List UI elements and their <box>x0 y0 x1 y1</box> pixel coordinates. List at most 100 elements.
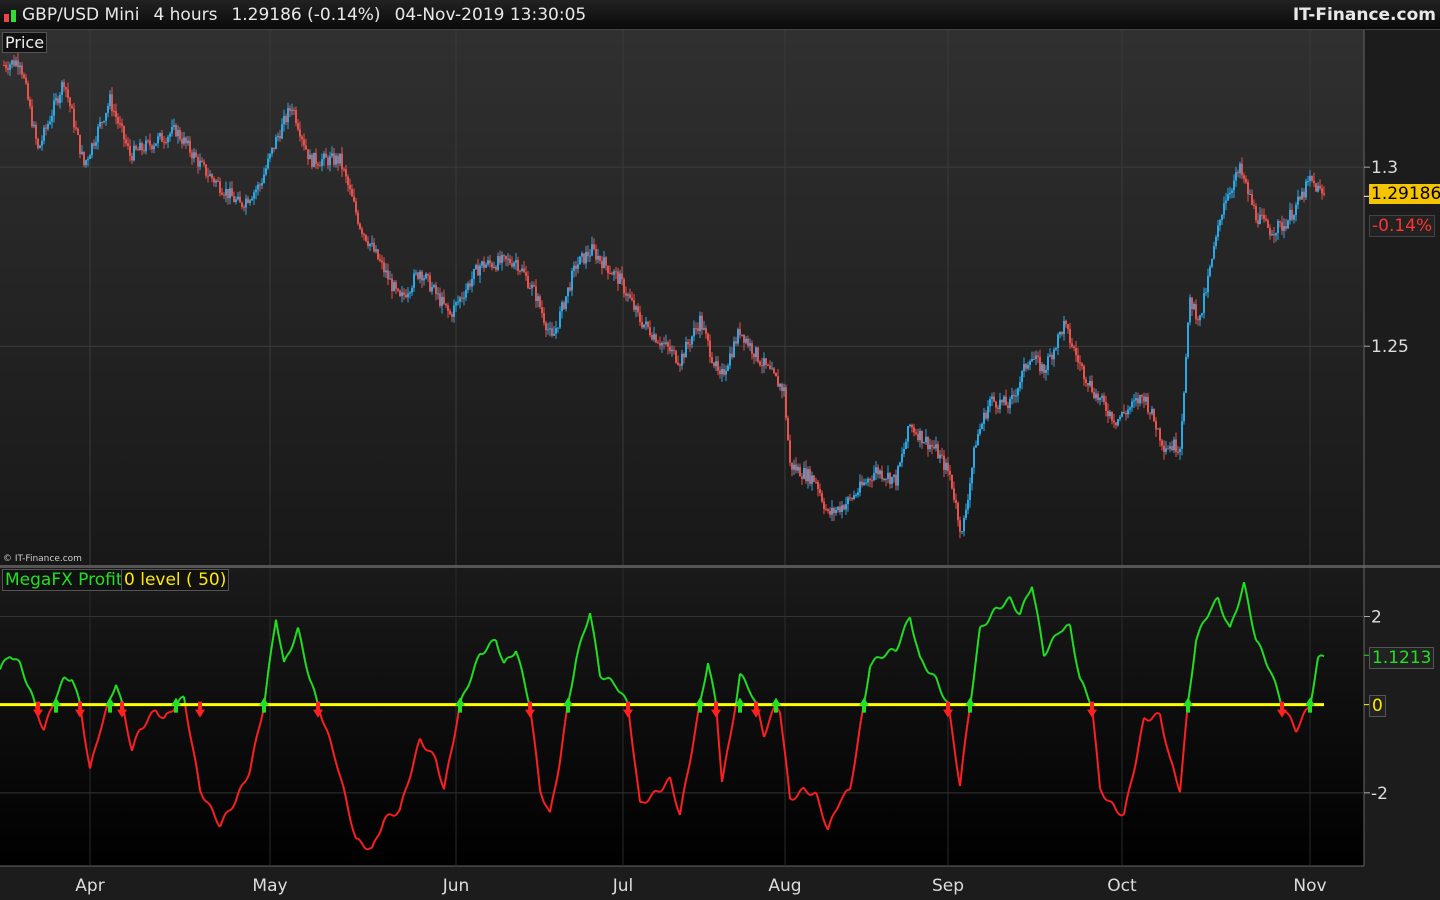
oscillator-segment <box>30 690 33 695</box>
oscillator-segment <box>381 823 384 828</box>
candle-body <box>1167 448 1169 450</box>
candle-body <box>573 265 575 271</box>
candle-body <box>631 297 633 301</box>
oscillator-segment <box>630 731 633 741</box>
oscillator-segment <box>1190 673 1193 682</box>
candle-body <box>435 285 437 295</box>
candle-body <box>635 306 637 310</box>
candle-body <box>89 155 91 159</box>
oscillator-segment <box>46 715 49 720</box>
candle-body <box>525 272 527 276</box>
price-panel[interactable] <box>0 30 1364 565</box>
candle-body <box>393 282 395 292</box>
candle-body <box>889 473 891 484</box>
candle-body <box>99 122 101 127</box>
oscillator-segment <box>1219 604 1222 609</box>
chart-area[interactable]: Apr May Jun Jul Aug Sep Oct Nov1.31.252-2 <box>0 30 1440 900</box>
oscillator-segment <box>1048 644 1051 648</box>
oscillator-segment <box>600 676 603 680</box>
oscillator-segment <box>395 813 398 816</box>
oscillator-segment <box>81 718 84 727</box>
oscillator-segment <box>575 655 578 661</box>
indicator-name[interactable]: MegaFX Profit <box>2 569 126 591</box>
oscillator-segment <box>896 647 899 650</box>
oscillator-segment <box>704 674 707 681</box>
oscillator-segment <box>241 783 244 786</box>
candle-body <box>1219 220 1221 226</box>
oscillator-segment <box>1057 632 1060 635</box>
candle-body <box>139 143 141 151</box>
candle-body <box>127 143 129 146</box>
oscillator-segment <box>1171 762 1174 767</box>
candle-body <box>1117 419 1119 426</box>
panel-separator[interactable] <box>0 565 1440 568</box>
oscillator-segment <box>1306 707 1309 710</box>
oscillator-segment <box>22 672 25 677</box>
candle-body <box>693 328 695 337</box>
candle-body <box>535 286 537 302</box>
candle-body <box>1281 222 1283 231</box>
candle-body <box>1289 209 1291 221</box>
candle-body <box>1209 266 1211 276</box>
oscillator-segment <box>23 676 26 680</box>
candle-body <box>803 468 805 479</box>
oscillator-segment <box>1024 597 1027 600</box>
oscillator-segment <box>419 738 422 742</box>
oscillator-segment <box>610 678 613 682</box>
oscillator-segment <box>405 785 408 789</box>
candle-body <box>27 83 29 100</box>
oscillator-segment <box>938 685 941 690</box>
candle-body <box>643 324 645 328</box>
oscillator-segment <box>684 780 687 786</box>
oscillator-segment <box>280 646 283 652</box>
oscillator-segment <box>925 668 928 672</box>
oscillator-segment <box>591 623 594 630</box>
candle-body <box>851 498 853 500</box>
oscillator-segment <box>1203 619 1206 622</box>
candle-body <box>807 469 809 482</box>
oscillator-segment <box>843 792 846 795</box>
oscillator-segment <box>1005 599 1008 602</box>
oscillator-segment <box>275 619 278 627</box>
oscillator-segment <box>1023 599 1026 603</box>
candle-body <box>989 398 991 407</box>
oscillator-segment <box>204 799 207 803</box>
candle-body <box>391 278 393 292</box>
oscillator-segment <box>736 688 739 697</box>
oscillator-segment <box>549 806 552 813</box>
oscillator-segment <box>193 753 196 759</box>
oscillator-segment <box>1205 617 1208 620</box>
candle-body <box>915 432 917 434</box>
candle-body <box>609 273 611 275</box>
indicator-panel[interactable] <box>0 568 1364 866</box>
oscillator-segment <box>232 804 235 808</box>
oscillator-segment <box>582 631 585 636</box>
symbol-name[interactable]: GBP/USD Mini <box>22 5 139 25</box>
candle-body <box>1163 445 1165 452</box>
candle-body <box>165 142 167 144</box>
candle-body <box>63 82 65 88</box>
candle-body <box>739 329 741 336</box>
candle-body <box>1203 293 1205 314</box>
oscillator-segment <box>1146 719 1149 722</box>
oscillator-segment <box>1003 602 1006 606</box>
oscillator-segment <box>713 691 716 698</box>
oscillator-segment <box>191 743 194 749</box>
oscillator-segment <box>816 794 819 799</box>
oscillator-segment <box>322 721 325 725</box>
indicator-level[interactable]: 0 level ( 50) <box>121 569 230 591</box>
oscillator-segment <box>290 646 293 650</box>
oscillator-segment <box>1086 694 1089 699</box>
candle-body <box>21 65 23 75</box>
candle-body <box>395 282 397 289</box>
oscillator-segment <box>1199 625 1202 629</box>
oscillator-segment <box>521 670 524 676</box>
oscillator-segment <box>289 649 292 652</box>
oscillator-segment <box>410 769 413 775</box>
candle-body <box>769 365 771 369</box>
timeframe[interactable]: 4 hours <box>153 5 217 25</box>
candle-body <box>831 507 833 515</box>
candle-body <box>675 350 677 363</box>
candle-body <box>1099 397 1101 400</box>
oscillator-segment <box>1177 785 1180 790</box>
